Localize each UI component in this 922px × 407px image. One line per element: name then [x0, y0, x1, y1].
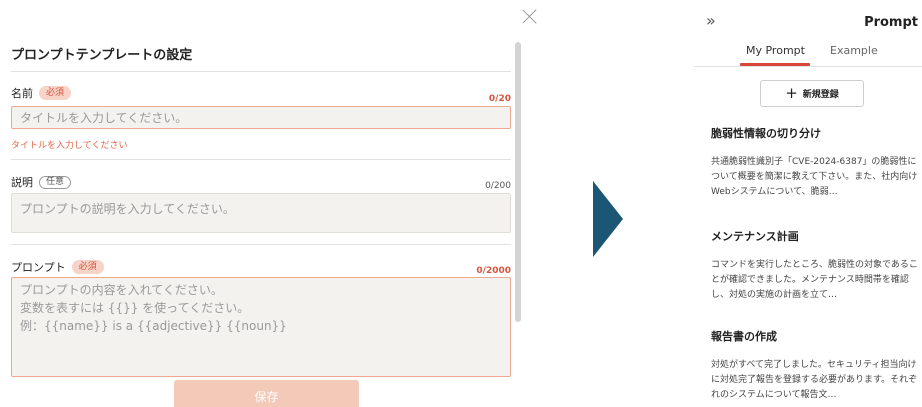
prompt-side-panel: » Prompt My Prompt Example + 新規登録 脆弱性情報の… — [694, 0, 922, 407]
desc-field-label: 説明 任意 — [11, 174, 72, 190]
save-button[interactable]: 保存 — [174, 380, 359, 407]
new-prompt-label: 新規登録 — [802, 90, 839, 100]
new-prompt-button[interactable]: + 新規登録 — [760, 80, 864, 107]
tab-my-prompt[interactable]: My Prompt — [746, 44, 805, 57]
name-field-label: 名前 必須 — [11, 85, 72, 101]
prompt-card-body: コマンドを実行したところ、脆弱性の対象であることが確認できました。メンテナンス時… — [711, 260, 918, 300]
tab-example[interactable]: Example — [830, 44, 878, 57]
desc-counter: 0/200 — [485, 181, 511, 191]
prompt-card-title: 脆弱性情報の切り分け — [711, 127, 821, 140]
desc-label-text: 説明 — [11, 176, 33, 189]
prompt-placeholder-line: 例：{{name}} is a {{adjective}} {{noun}} — [20, 319, 287, 333]
divider — [11, 244, 511, 245]
double-chevron-right-icon[interactable]: » — [706, 13, 716, 29]
name-input[interactable]: タイトルを入力してください。 — [11, 106, 511, 129]
scrollbar[interactable] — [515, 42, 521, 322]
optional-badge: 任意 — [39, 175, 72, 189]
prompt-label-text: プロンプト — [11, 261, 66, 274]
prompt-card[interactable]: 脆弱性情報の切り分け 共通脆弱性識別子「CVE-2024-6387」の脆弱性につ… — [711, 125, 919, 200]
required-badge: 必須 — [71, 260, 104, 274]
name-counter: 0/20 — [488, 94, 511, 104]
divider — [11, 71, 511, 72]
close-icon[interactable] — [520, 6, 540, 26]
prompt-card-body: 対処がすべて完了しました。セキュリティ担当向けに対処完了報告を登録する必要があり… — [711, 360, 918, 400]
name-error-message: タイトルを入力してください — [11, 141, 128, 151]
prompt-card[interactable]: メンテナンス計画 コマンドを実行したところ、脆弱性の対象であることが確認できまし… — [711, 228, 919, 303]
prompt-card-title: メンテナンス計画 — [711, 230, 799, 243]
panel-title: Prompt — [864, 15, 918, 30]
arrow-right-icon — [593, 181, 623, 257]
prompt-placeholder-line: 変数を表すには {{}} を使ってください。 — [20, 301, 250, 315]
prompt-card[interactable]: 報告書の作成 対処がすべて完了しました。セキュリティ担当向けに対処完了報告を登録… — [711, 328, 919, 403]
plus-icon: + — [785, 84, 798, 102]
prompt-template-modal: プロンプトテンプレートの設定 名前 必須 0/20 タイトルを入力してください。… — [0, 0, 545, 407]
divider — [11, 159, 511, 160]
prompt-card-title: 報告書の作成 — [711, 330, 777, 343]
prompt-card-body: 共通脆弱性識別子「CVE-2024-6387」の脆弱性について概要を簡潔に教えて… — [711, 157, 918, 197]
name-label-text: 名前 — [11, 87, 33, 100]
description-input[interactable]: プロンプトの説明を入力してください。 — [11, 193, 511, 233]
prompt-counter: 0/2000 — [476, 266, 511, 276]
divider — [694, 66, 922, 67]
prompt-textarea[interactable]: プロンプトの内容を入れてください。 変数を表すには {{}} を使ってください。… — [11, 277, 511, 377]
modal-title: プロンプトテンプレートの設定 — [11, 48, 193, 63]
required-badge: 必須 — [39, 86, 72, 100]
prompt-placeholder-line: プロンプトの内容を入れてください。 — [20, 283, 223, 297]
prompt-field-label: プロンプト 必須 — [11, 259, 104, 275]
